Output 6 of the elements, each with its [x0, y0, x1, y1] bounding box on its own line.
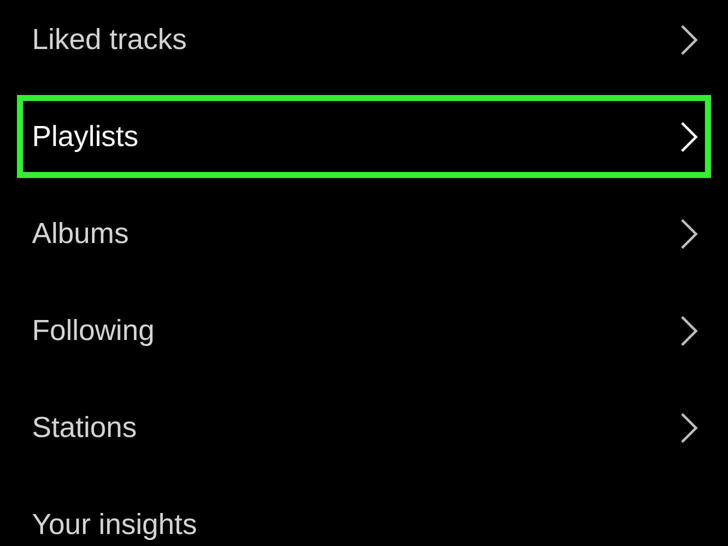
menu-item[interactable]: Playlists: [17, 95, 711, 178]
menu-item[interactable]: Liked tracks: [17, 0, 711, 81]
menu-item[interactable]: Your insights: [17, 483, 711, 546]
menu-item[interactable]: Stations: [17, 386, 711, 469]
menu-item[interactable]: Albums: [17, 192, 711, 275]
menu-item[interactable]: Following: [17, 289, 711, 372]
